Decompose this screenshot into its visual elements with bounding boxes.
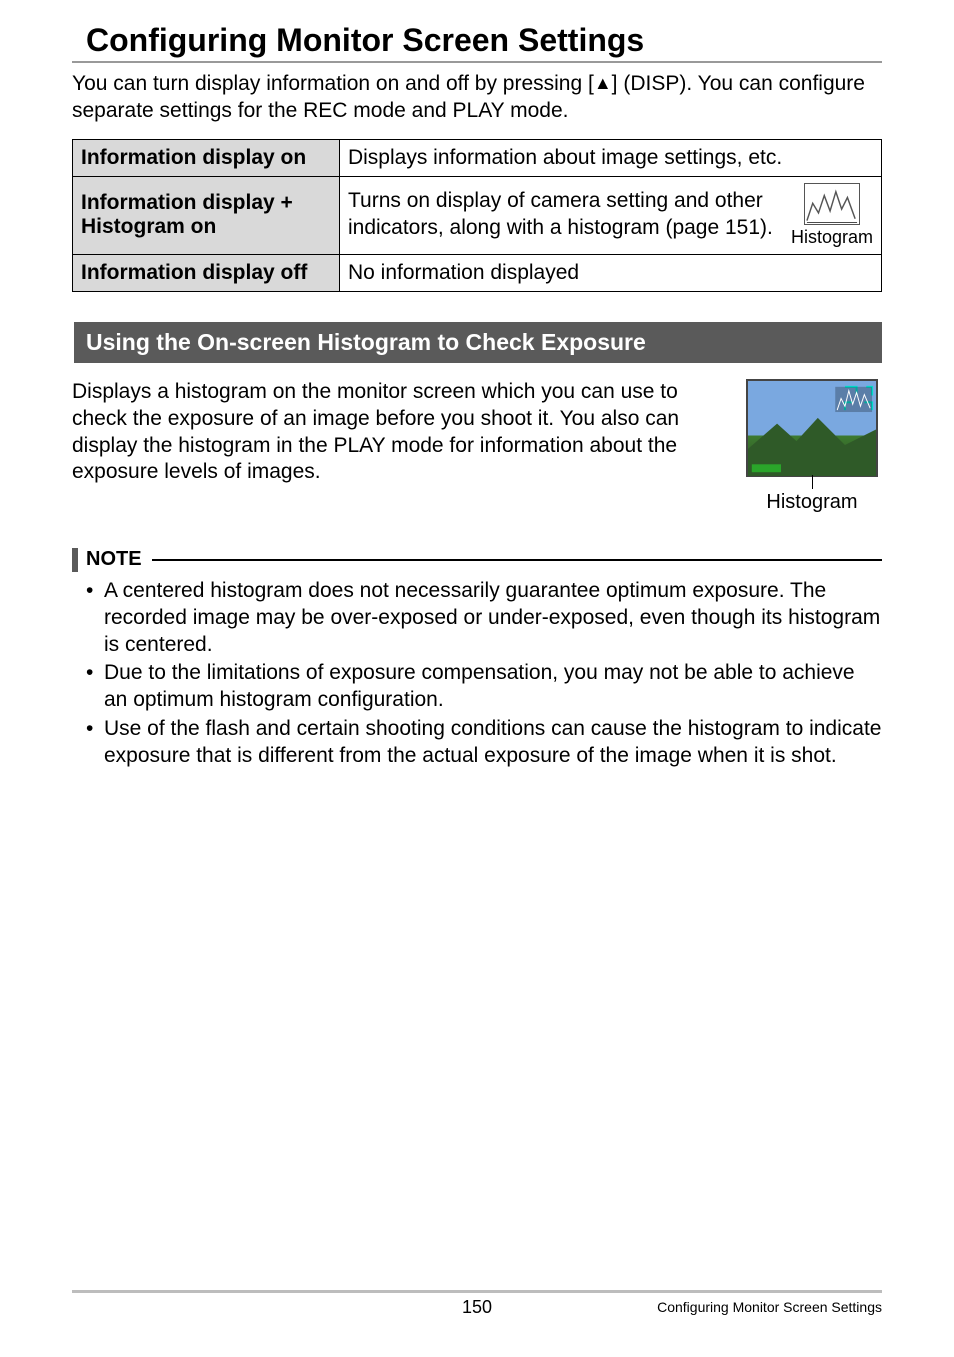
list-item: Due to the limitations of exposure compe… (90, 660, 882, 714)
row2-label: Information display + Histogram on (73, 176, 340, 254)
row3-desc: No information displayed (339, 254, 881, 291)
histogram-mini-icon (804, 183, 860, 225)
section-body: Displays a histogram on the monitor scre… (72, 379, 722, 487)
table-row: Information display + Histogram on Turns… (73, 176, 882, 254)
section-heading: Using the On-screen Histogram to Check E… (74, 322, 882, 363)
table-row: Information display off No information d… (73, 254, 882, 291)
histogram-mini-caption: Histogram (791, 227, 873, 248)
note-heading-row: NOTE (72, 548, 882, 572)
row3-label: Information display off (73, 254, 340, 291)
up-triangle-icon: ▲ (594, 72, 612, 95)
histogram-figure: Histogram (742, 379, 882, 514)
list-item: Use of the flash and certain shooting co… (90, 716, 882, 770)
notes-list: A centered histogram does not necessaril… (72, 578, 882, 770)
histogram-mini-figure: Histogram (791, 183, 873, 248)
footer-section-title: Configuring Monitor Screen Settings (657, 1299, 882, 1315)
title-wrap: Configuring Monitor Screen Settings (72, 22, 882, 63)
note-label: NOTE (86, 548, 142, 571)
intro-text-pre: You can turn display information on and … (72, 72, 594, 95)
page-content: Configuring Monitor Screen Settings You … (0, 0, 954, 770)
page-title: Configuring Monitor Screen Settings (72, 22, 882, 59)
page-number: 150 (462, 1297, 492, 1318)
display-modes-table: Information display on Displays informat… (72, 139, 882, 292)
note-bar-icon (72, 548, 78, 572)
row2-cell: Turns on display of camera setting and o… (339, 176, 881, 254)
note-rule-icon (152, 559, 882, 561)
row1-desc: Displays information about image setting… (339, 139, 881, 176)
row2-desc: Turns on display of camera setting and o… (348, 188, 779, 242)
row1-label: Information display on (73, 139, 340, 176)
list-item: A centered histogram does not necessaril… (90, 578, 882, 659)
intro-paragraph: You can turn display information on and … (72, 71, 882, 125)
monitor-screen-icon (746, 379, 878, 477)
histogram-caption: Histogram (766, 491, 857, 514)
page-footer: 150 Configuring Monitor Screen Settings (72, 1290, 882, 1315)
pointer-line-icon (812, 475, 813, 489)
table-row: Information display on Displays informat… (73, 139, 882, 176)
histogram-section: Displays a histogram on the monitor scre… (72, 379, 882, 514)
